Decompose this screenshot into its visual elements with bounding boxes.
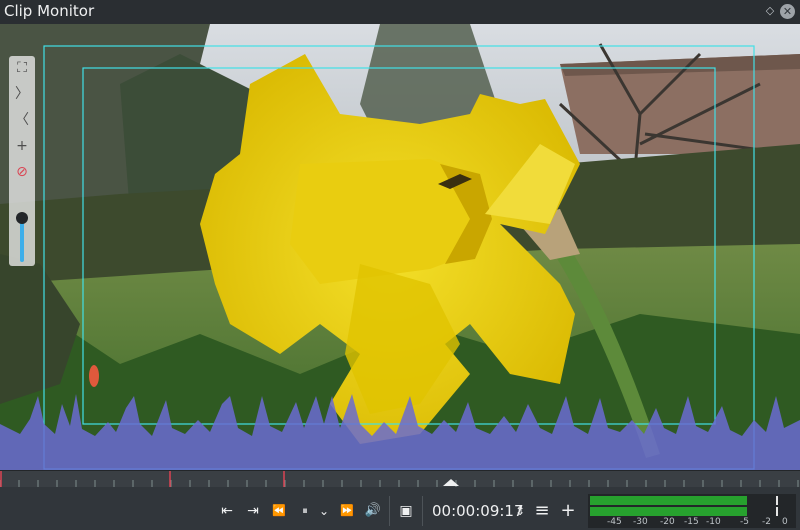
rewind-icon[interactable]: ⏪ (270, 500, 288, 522)
titlebar: Clip Monitor ◇ ✕ (0, 0, 800, 24)
window-title: Clip Monitor (4, 2, 95, 20)
timecode-spin-icon[interactable]: ⇕ (514, 500, 526, 522)
meter-scale-label: -5 (740, 517, 749, 527)
timeline-ruler[interactable] (0, 470, 800, 487)
ruler-ticks (0, 471, 799, 487)
remove-marker-icon[interactable]: ⊘ (12, 162, 32, 182)
video-viewer[interactable]: ⛶ 〉 〈 + ⊘ (0, 24, 800, 470)
fit-zoom-icon[interactable]: ⛶ (12, 58, 32, 78)
separator (389, 496, 390, 526)
forward-icon[interactable]: ⏩ (338, 500, 356, 522)
audio-level-right (590, 507, 748, 516)
menu-icon[interactable]: ≡ (533, 500, 551, 522)
separator (422, 496, 423, 526)
meter-scale-label: -15 (684, 517, 699, 527)
zoom-slider-handle[interactable] (16, 212, 28, 224)
video-frame (0, 24, 800, 470)
timecode-field[interactable]: 00:00:09:17 (432, 500, 524, 522)
audio-level-meter: -45 -30 -20 -15 -10 -5 -2 0 (588, 494, 796, 528)
overlay-settings-icon[interactable]: ▣ (396, 500, 416, 522)
go-to-start-icon[interactable]: ⇤ (218, 500, 236, 522)
meter-scale-label: -30 (633, 517, 648, 527)
meter-scale-label: -45 (607, 517, 622, 527)
volume-icon[interactable]: 🔊 (364, 500, 382, 522)
add-icon[interactable]: + (559, 500, 577, 522)
meter-scale-label: 0 (782, 517, 788, 527)
play-pause-icon[interactable]: ⏸ (296, 500, 314, 522)
monitor-overlay-toolbar: ⛶ 〉 〈 + ⊘ (9, 56, 35, 266)
meter-scale-label: -2 (762, 517, 771, 527)
add-marker-icon[interactable]: + (12, 136, 32, 156)
go-to-end-icon[interactable]: ⇥ (244, 500, 262, 522)
meter-scale-label: -10 (706, 517, 721, 527)
diamond-icon[interactable]: ◇ (764, 4, 776, 18)
playhead-marker[interactable] (443, 479, 459, 486)
close-icon[interactable]: ✕ (780, 4, 795, 19)
peak-indicator (776, 507, 778, 516)
meter-scale-label: -20 (660, 517, 675, 527)
chevron-down-icon[interactable]: ⌄ (318, 500, 330, 522)
next-frame-icon[interactable]: 〉 (12, 84, 32, 104)
audio-level-left (590, 496, 748, 505)
previous-frame-icon[interactable]: 〈 (12, 110, 32, 130)
peak-indicator (776, 496, 778, 505)
